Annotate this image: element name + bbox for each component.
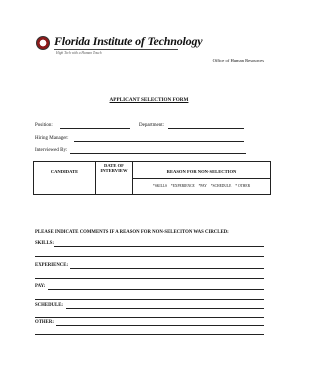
schedule-field[interactable] xyxy=(66,308,264,309)
reason-experience[interactable]: *EXPERIENCE xyxy=(171,184,195,188)
position-label: Position: xyxy=(35,123,53,128)
interviewed-by-label: Interviewed By: xyxy=(35,148,68,153)
experience-field-continued[interactable] xyxy=(35,278,264,279)
reason-options: *SKILLS *EXPERIENCE *PAY *SCHEDULE * OTH… xyxy=(133,184,270,188)
date-of-interview-column: DATE OF INTERVIEW xyxy=(96,162,133,194)
reason-schedule[interactable]: *SCHEDULE xyxy=(211,184,232,188)
skills-label: SKILLS: xyxy=(35,241,54,246)
other-field-continued[interactable] xyxy=(35,334,264,335)
logo-divider xyxy=(54,49,178,50)
position-field[interactable] xyxy=(60,128,130,129)
reason-other[interactable]: * OTHER xyxy=(235,184,250,188)
institution-tagline: High Tech with a Human Touch xyxy=(56,51,102,55)
pay-field[interactable] xyxy=(48,289,264,290)
interviewed-by-field[interactable] xyxy=(70,153,246,154)
skills-field-continued[interactable] xyxy=(35,256,264,257)
department-field[interactable] xyxy=(168,128,244,129)
reason-column: REASON FOR NON-SELECTION *SKILLS *EXPERI… xyxy=(133,162,270,194)
reason-divider xyxy=(133,178,270,179)
institution-name: Florida Institute of Technology xyxy=(54,34,203,48)
date-header-line2: INTERVIEW xyxy=(100,168,128,173)
reason-pay[interactable]: *PAY xyxy=(199,184,207,188)
other-label: OTHER: xyxy=(35,320,54,325)
pay-field-continued[interactable] xyxy=(35,299,264,300)
schedule-label: SCHEDULE: xyxy=(35,303,63,308)
hiring-manager-label: Hiring Manager: xyxy=(35,136,69,141)
candidate-header: CANDIDATE xyxy=(50,169,79,174)
comments-instruction: PLEASE INDICATE COMMENTS IF A REASON FOR… xyxy=(35,230,229,235)
office-name: Office of Human Resources xyxy=(212,58,264,63)
candidate-column: CANDIDATE xyxy=(34,162,96,194)
university-seal-icon xyxy=(36,36,50,50)
experience-field[interactable] xyxy=(70,268,264,269)
pay-label: PAY: xyxy=(35,284,46,289)
reason-skills[interactable]: *SKILLS xyxy=(153,184,167,188)
schedule-field-continued[interactable] xyxy=(35,317,264,318)
form-title: APPLICANT SELECTION FORM xyxy=(109,97,189,103)
hiring-manager-field[interactable] xyxy=(74,141,244,142)
skills-field[interactable] xyxy=(54,246,264,247)
reason-header: REASON FOR NON-SELECTION xyxy=(166,169,237,174)
department-label: Department: xyxy=(139,123,164,128)
candidate-table: CANDIDATE DATE OF INTERVIEW REASON FOR N… xyxy=(33,161,271,195)
experience-label: EXPERIENCE: xyxy=(35,263,69,268)
other-field[interactable] xyxy=(56,325,264,326)
